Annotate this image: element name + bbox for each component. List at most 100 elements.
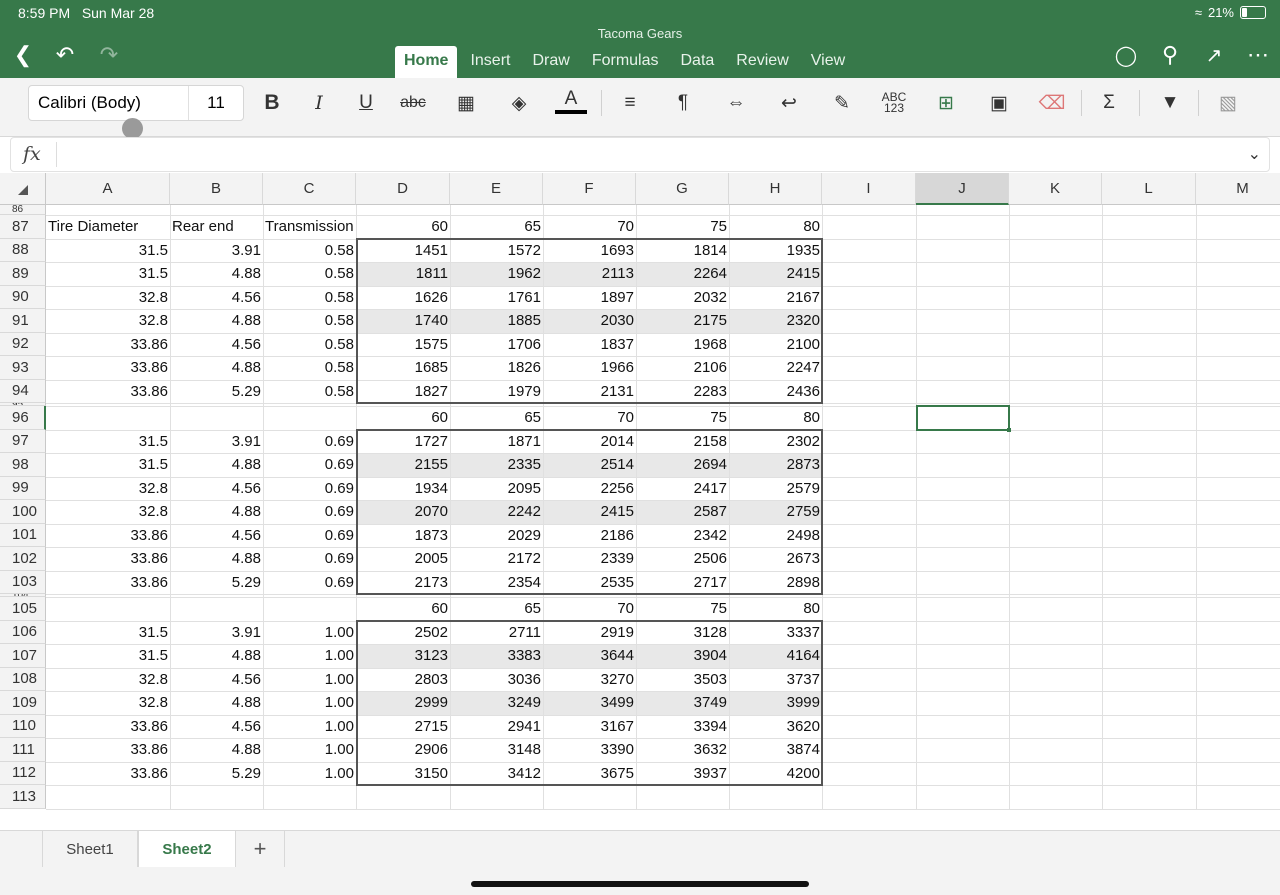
column-header-h[interactable]: H xyxy=(729,173,822,205)
number-cell[interactable]: 1.00 xyxy=(263,691,356,715)
number-cell[interactable]: 1.00 xyxy=(263,715,356,739)
number-cell[interactable]: 4.56 xyxy=(170,524,263,548)
column-header-k[interactable]: K xyxy=(1009,173,1102,205)
number-cell[interactable]: 31.5 xyxy=(46,621,170,645)
number-cell[interactable]: 33.86 xyxy=(46,547,170,571)
column-header-a[interactable]: A xyxy=(46,173,170,205)
tab-draw[interactable]: Draw xyxy=(523,46,578,78)
number-cell[interactable]: 4.56 xyxy=(170,333,263,357)
number-cell[interactable]: 33.86 xyxy=(46,380,170,404)
number-cell[interactable]: 4.88 xyxy=(170,738,263,762)
number-cell[interactable]: 0.58 xyxy=(263,286,356,310)
row-header[interactable]: 97 xyxy=(0,429,46,453)
clear-icon[interactable]: ⌫ xyxy=(1036,88,1068,118)
row-header[interactable]: 101 xyxy=(0,523,46,547)
number-cell[interactable]: 1.00 xyxy=(263,621,356,645)
selection-handle[interactable] xyxy=(1007,427,1011,432)
add-sheet-button[interactable]: + xyxy=(236,831,285,867)
number-cell[interactable]: 1.00 xyxy=(263,738,356,762)
number-cell[interactable]: 0.58 xyxy=(263,262,356,286)
number-cell[interactable]: 3.91 xyxy=(170,430,263,454)
column-header-m[interactable]: M xyxy=(1196,173,1280,205)
row-header[interactable]: 98 xyxy=(0,453,46,477)
column-header-g[interactable]: G xyxy=(636,173,729,205)
number-cell[interactable]: 60 xyxy=(356,406,450,430)
number-cell[interactable]: 3.91 xyxy=(170,621,263,645)
number-cell[interactable]: 0.58 xyxy=(263,309,356,333)
font-name-field[interactable]: Calibri (Body) xyxy=(29,86,189,120)
number-cell[interactable]: 5.29 xyxy=(170,380,263,404)
row-header[interactable]: 93 xyxy=(0,356,46,380)
row-header[interactable]: 106 xyxy=(0,620,46,644)
scroll-indicator[interactable] xyxy=(122,118,143,139)
redo-icon[interactable]: ↷ xyxy=(94,40,124,70)
selected-cell[interactable] xyxy=(916,405,1010,431)
number-cell[interactable]: 0.58 xyxy=(263,356,356,380)
number-cell[interactable]: 4.56 xyxy=(170,715,263,739)
row-header[interactable]: 105 xyxy=(0,597,46,621)
number-cell[interactable]: 80 xyxy=(729,597,822,621)
number-cell[interactable]: 33.86 xyxy=(46,524,170,548)
row-header[interactable]: 99 xyxy=(0,476,46,500)
number-cell[interactable]: 31.5 xyxy=(46,453,170,477)
number-cell[interactable]: 4.88 xyxy=(170,500,263,524)
row-header[interactable]: 89 xyxy=(0,262,46,286)
number-cell[interactable]: 33.86 xyxy=(46,715,170,739)
align-icon[interactable]: ≡ xyxy=(614,88,646,118)
row-header[interactable]: 90 xyxy=(0,285,46,309)
undo-icon[interactable]: ↶ xyxy=(50,40,80,70)
font-selector[interactable]: Calibri (Body) 11 xyxy=(28,85,244,121)
row-header[interactable]: 92 xyxy=(0,332,46,356)
tab-home[interactable]: Home xyxy=(395,46,458,78)
number-cell[interactable]: 4.88 xyxy=(170,453,263,477)
number-cell[interactable]: 4.56 xyxy=(170,668,263,692)
merge-icon[interactable]: ⇔ xyxy=(720,88,752,118)
search-icon[interactable]: ⚲ xyxy=(1155,40,1185,70)
text-cell[interactable]: Transmission xyxy=(263,215,356,239)
number-cell[interactable]: 0.69 xyxy=(263,547,356,571)
number-format-icon[interactable]: ABC 123 xyxy=(878,88,910,118)
number-cell[interactable]: 4.88 xyxy=(170,644,263,668)
row-header[interactable]: 109 xyxy=(0,691,46,715)
number-cell[interactable]: 65 xyxy=(450,406,543,430)
number-cell[interactable]: 4.56 xyxy=(170,286,263,310)
row-header[interactable]: 94 xyxy=(0,379,46,403)
number-cell[interactable]: 0.69 xyxy=(263,453,356,477)
number-cell[interactable]: 4.88 xyxy=(170,547,263,571)
font-color-icon[interactable]: A xyxy=(555,88,587,114)
number-cell[interactable]: 33.86 xyxy=(46,333,170,357)
number-cell[interactable]: 4.88 xyxy=(170,309,263,333)
tab-view[interactable]: View xyxy=(802,46,854,78)
borders-icon[interactable]: ▦ xyxy=(450,88,482,118)
number-cell[interactable]: 33.86 xyxy=(46,571,170,595)
more-icon[interactable]: ⋯ xyxy=(1243,40,1273,70)
select-all-corner[interactable] xyxy=(0,173,46,205)
lightbulb-icon[interactable]: ◯ xyxy=(1111,40,1141,70)
column-header-l[interactable]: L xyxy=(1102,173,1196,205)
number-cell[interactable]: 5.29 xyxy=(170,571,263,595)
format-painter-icon[interactable]: ✎ xyxy=(826,88,858,118)
chevron-down-icon[interactable]: ⌄ xyxy=(1248,144,1261,164)
row-header[interactable]: 87 xyxy=(0,215,46,239)
spreadsheet-grid[interactable]: A B C D E F G H I J K L M 86 87 Tire Diameter Rear end Tr… xyxy=(0,173,1280,830)
number-cell[interactable]: 70 xyxy=(543,215,636,239)
number-cell[interactable]: 0.69 xyxy=(263,571,356,595)
back-icon[interactable]: ❮ xyxy=(8,40,38,70)
number-cell[interactable]: 31.5 xyxy=(46,644,170,668)
row-header[interactable]: 113 xyxy=(0,785,46,809)
row-header[interactable]: 103 xyxy=(0,570,46,594)
row-header[interactable]: 96 xyxy=(0,406,46,430)
share-icon[interactable]: ↗ xyxy=(1199,40,1229,70)
insert-delete-icon[interactable]: ⊞ xyxy=(930,88,962,118)
tab-review[interactable]: Review xyxy=(727,46,797,78)
number-cell[interactable]: 32.8 xyxy=(46,309,170,333)
column-header-b[interactable]: B xyxy=(170,173,263,205)
number-cell[interactable]: 32.8 xyxy=(46,668,170,692)
row-header[interactable]: 107 xyxy=(0,644,46,668)
paragraph-icon[interactable]: ¶ xyxy=(667,88,699,118)
number-cell[interactable]: 31.5 xyxy=(46,430,170,454)
row-header[interactable]: 102 xyxy=(0,547,46,571)
row-header[interactable]: 91 xyxy=(0,309,46,333)
row-header[interactable]: 110 xyxy=(0,714,46,738)
number-cell[interactable]: 0.69 xyxy=(263,524,356,548)
